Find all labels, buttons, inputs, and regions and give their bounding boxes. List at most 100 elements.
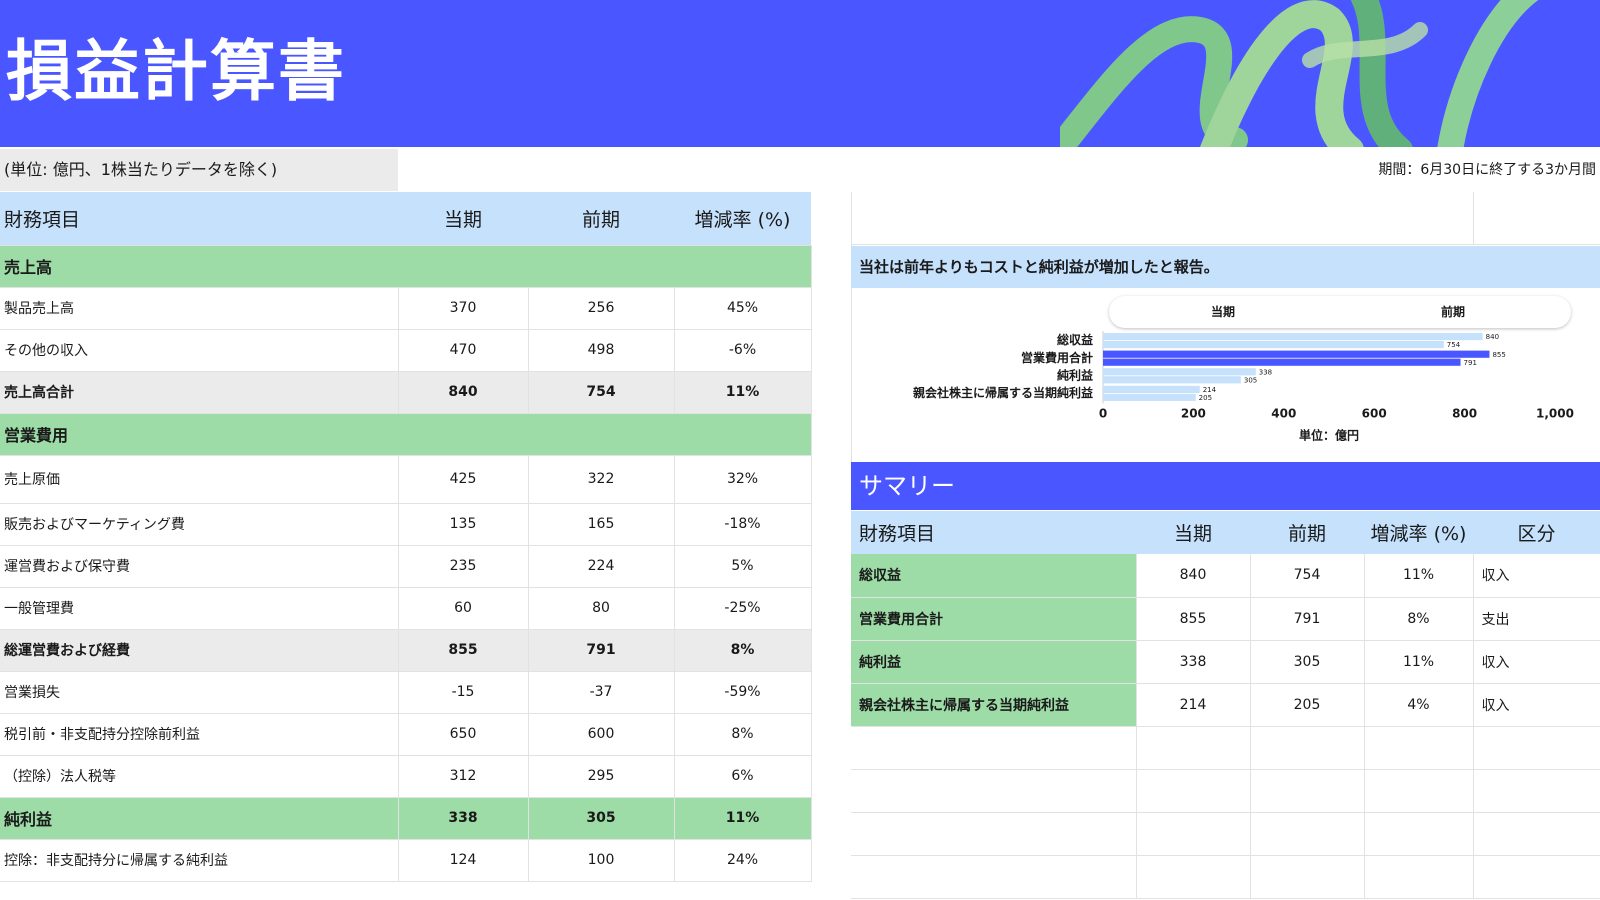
empty-cell (1364, 769, 1474, 813)
summary-row: 総収益 840 754 11% 収入 (851, 554, 1600, 598)
summary-empty-row (851, 812, 1600, 856)
previous-value: 256 (528, 287, 675, 330)
table-section-row: 売上高 (0, 245, 812, 288)
category-label: 総収益 (1057, 332, 1093, 347)
table-row: （控除）法人税等 312 295 6% (0, 755, 812, 798)
page-title: 損益計算書 (6, 33, 346, 110)
current-value: 135 (398, 503, 529, 546)
summary-header-current: 当期 (1136, 511, 1250, 554)
summary-header-previous: 前期 (1250, 511, 1364, 554)
period-note: 期間：6月30日に終了する3か月間 (1378, 162, 1596, 178)
table-total-row: 純利益 338 305 11% (0, 797, 812, 840)
x-tick-label: 600 (1362, 406, 1387, 420)
empty-cell (851, 726, 1137, 770)
table-total-row: 売上高合計 840 754 11% (0, 371, 812, 414)
bar-value-label: 305 (1244, 376, 1257, 384)
current-value: 235 (398, 545, 529, 588)
summary-current: 214 (1136, 683, 1251, 727)
chart-headline: 当社は前年よりもコストと純利益が増加したと報告。 (851, 246, 1600, 288)
previous-value: 295 (528, 755, 675, 798)
empty-cell (1364, 855, 1474, 899)
table-row: 運営費および保守費 235 224 5% (0, 545, 812, 588)
row-label: 一般管理費 (0, 587, 399, 630)
bar-前期-純利益 (1103, 376, 1241, 384)
summary-header-change-rate: 増減率 (%) (1364, 511, 1473, 554)
bar-前期-親会社株主に帰属する当期純利益 (1103, 393, 1196, 401)
current-value: 370 (398, 287, 529, 330)
previous-value: 600 (528, 713, 675, 756)
previous-value: 100 (528, 839, 675, 882)
empty-cell (1473, 769, 1600, 813)
bar-前期-総収益 (1103, 341, 1444, 349)
row-label: 販売およびマーケティング費 (0, 503, 399, 546)
x-tick-label: 400 (1271, 406, 1296, 420)
summary-header-category: 区分 (1473, 511, 1600, 554)
column-header-previous: 前期 (528, 192, 674, 246)
previous-value: 224 (528, 545, 675, 588)
decorative-ribbon-illustration (1060, 0, 1539, 147)
empty-cell (1136, 769, 1251, 813)
summary-header-item: 財務項目 (851, 511, 1136, 554)
empty-cell (851, 855, 1137, 899)
column-header-change-rate: 増減率 (%) (674, 192, 811, 246)
change-rate-value: 11% (674, 797, 812, 840)
income-statement-table: 財務項目 当期 前期 増減率 (%) 売上高 製品売上高 370 256 45% その他の… (0, 192, 812, 882)
bar-当期-親会社株主に帰属する当期純利益 (1103, 385, 1200, 393)
empty-cell (1250, 855, 1365, 899)
summary-change-rate: 8% (1364, 597, 1474, 641)
row-label: その他の収入 (0, 329, 399, 372)
row-label: 税引前・非支配持分控除前利益 (0, 713, 399, 756)
current-value: 425 (398, 455, 529, 504)
bar-前期-営業費用合計 (1103, 358, 1461, 366)
empty-cell (851, 769, 1137, 813)
current-value: -15 (398, 671, 529, 714)
previous-value: -37 (528, 671, 675, 714)
row-label: 総運営費および経費 (0, 629, 399, 672)
summary-table: 財務項目 当期 前期 増減率 (%) 区分 総収益 840 754 11% 収入 営業費用… (851, 511, 1600, 899)
bar-value-label: 338 (1259, 368, 1272, 376)
empty-cell (1364, 812, 1474, 856)
row-label: 控除：非支配持分に帰属する純利益 (0, 839, 399, 882)
summary-empty-row (851, 769, 1600, 813)
summary-category: 収入 (1473, 683, 1600, 727)
row-label: 売上高合計 (0, 371, 399, 414)
summary-category: 収入 (1473, 640, 1600, 684)
previous-value: 80 (528, 587, 675, 630)
page-header: 損益計算書 (0, 0, 1600, 147)
bar-value-label: 205 (1199, 394, 1212, 402)
previous-value: 791 (528, 629, 675, 672)
summary-previous: 791 (1250, 597, 1365, 641)
table-total-row: 総運営費および経費 855 791 8% (0, 629, 812, 672)
change-rate-value: -18% (674, 503, 812, 546)
summary-empty-row (851, 855, 1600, 899)
table-header-row: 財務項目 当期 前期 増減率 (%) (0, 192, 811, 246)
summary-change-rate: 11% (1364, 640, 1474, 684)
previous-value: 305 (528, 797, 675, 840)
empty-cell (1136, 812, 1251, 856)
summary-row: 営業費用合計 855 791 8% 支出 (851, 597, 1600, 641)
current-value: 470 (398, 329, 529, 372)
table-row: 税引前・非支配持分控除前利益 650 600 8% (0, 713, 812, 756)
right-panel-blank-row (851, 192, 1600, 245)
summary-label: 営業費用合計 (851, 597, 1137, 641)
bar-chart: 当期 前期 総収益 840 754 営業費用合計 855 791 純利益 338 305 親会社株… (851, 289, 1600, 461)
empty-cell (1136, 726, 1251, 770)
summary-current: 338 (1136, 640, 1251, 684)
summary-previous: 754 (1250, 554, 1365, 598)
bar-当期-総収益 (1103, 333, 1483, 341)
empty-cell (1250, 812, 1365, 856)
row-label: （控除）法人税等 (0, 755, 399, 798)
column-header-item: 財務項目 (0, 192, 398, 246)
summary-previous: 205 (1250, 683, 1365, 727)
bar-当期-純利益 (1103, 368, 1256, 376)
row-label: 売上原価 (0, 455, 399, 504)
category-label: 親会社株主に帰属する当期純利益 (913, 385, 1093, 400)
table-section-row: 営業費用 (0, 413, 812, 456)
change-rate-value: -59% (674, 671, 812, 714)
chart-svg: 総収益 840 754 営業費用合計 855 791 純利益 338305 親会社株主に帰属する… (913, 331, 1574, 442)
empty-cell (1473, 812, 1600, 856)
table-row: 営業損失 -15 -37 -59% (0, 671, 812, 714)
bar-value-label: 214 (1203, 386, 1217, 394)
bar-value-label: 840 (1486, 333, 1499, 341)
table-row: 売上原価 425 322 32% (0, 455, 812, 504)
